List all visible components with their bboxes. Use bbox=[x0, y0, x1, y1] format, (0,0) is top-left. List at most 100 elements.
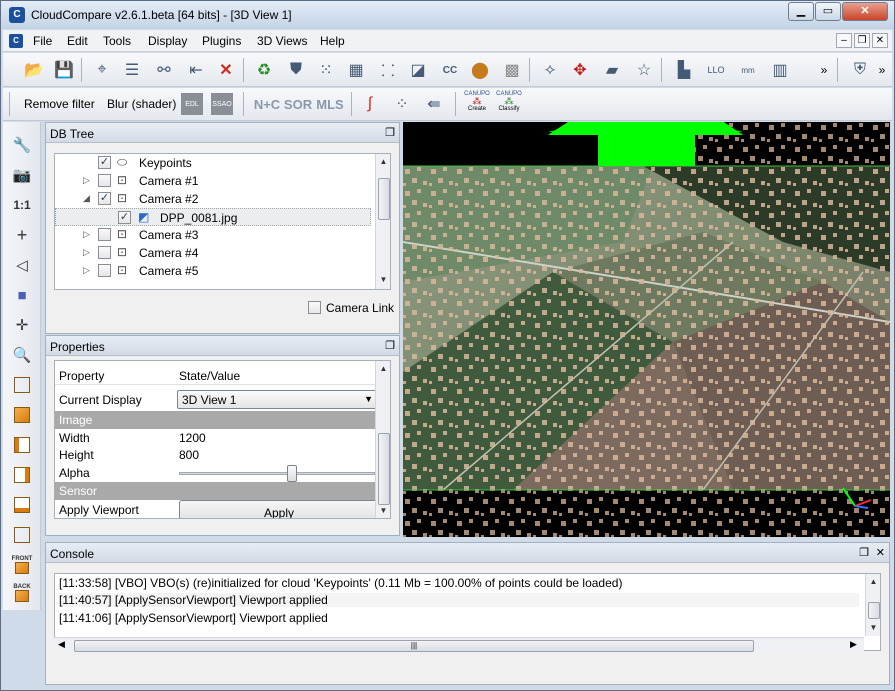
current-display-select[interactable]: 3D View 1 ▼ bbox=[177, 390, 379, 409]
canupo-classify-button[interactable]: CANUPO ⁂ Classify bbox=[494, 91, 524, 119]
toolbar-overflow-2-icon[interactable]: » bbox=[875, 59, 889, 81]
alpha-slider-thumb[interactable] bbox=[287, 465, 297, 482]
camera-link-option[interactable]: Camera Link bbox=[308, 299, 398, 317]
cc-compare-icon[interactable]: CC bbox=[439, 59, 461, 81]
mdi-minimize-icon[interactable]: – bbox=[836, 33, 852, 48]
sor-icon[interactable]: SOR bbox=[284, 93, 312, 115]
scroll-down-icon[interactable]: ▼ bbox=[866, 620, 880, 635]
histogram-icon[interactable]: ▙ bbox=[673, 59, 695, 81]
scroll-thumb[interactable] bbox=[378, 178, 390, 220]
fine-register-icon[interactable]: ⛊ bbox=[285, 59, 307, 81]
segment-icon[interactable]: ⸬ bbox=[377, 59, 399, 81]
scroll-up-icon[interactable]: ▲ bbox=[376, 361, 390, 376]
tree-checkbox[interactable]: ✓ bbox=[118, 211, 131, 224]
tree-item-dpp-0081[interactable]: ✓ ◩ DPP_0081.jpg bbox=[55, 208, 371, 226]
console-hscrollbar[interactable]: ◀ ||| ▶ bbox=[54, 637, 864, 653]
menu-edit[interactable]: Edit bbox=[67, 34, 88, 48]
nc-icon[interactable]: N+C bbox=[253, 93, 281, 115]
poisson-icon[interactable]: ⇚ bbox=[423, 93, 445, 115]
tree-checkbox[interactable]: ✓ bbox=[98, 192, 111, 205]
tree-item-camera-5[interactable]: ▷ ⊡ Camera #5 bbox=[55, 262, 371, 280]
scroll-left-icon[interactable]: ◀ bbox=[58, 639, 65, 650]
properties-scrollbar[interactable]: ▲ ▼ bbox=[375, 361, 390, 518]
view-top-icon[interactable] bbox=[11, 404, 33, 426]
alpha-slider-track[interactable] bbox=[179, 472, 375, 475]
camera-link-checkbox[interactable] bbox=[308, 301, 321, 314]
open-icon[interactable]: 📂 bbox=[23, 59, 45, 81]
cube-view-icon[interactable]: ■ bbox=[11, 284, 33, 306]
collapse-arrow-icon[interactable]: ◢ bbox=[83, 193, 90, 204]
crosshair-icon[interactable]: + bbox=[11, 224, 33, 246]
menu-plugins[interactable]: Plugins bbox=[202, 34, 241, 48]
menu-help[interactable]: Help bbox=[320, 34, 345, 48]
perspective-icon[interactable]: ◁ bbox=[11, 254, 33, 276]
remove-filter-button[interactable]: Remove filter bbox=[24, 97, 95, 111]
tree-checkbox[interactable] bbox=[98, 246, 111, 259]
minimize-icon[interactable]: ▁ bbox=[788, 2, 814, 21]
menu-tools[interactable]: Tools bbox=[103, 34, 131, 48]
scroll-up-icon[interactable]: ▲ bbox=[866, 574, 880, 589]
3d-scene[interactable] bbox=[403, 122, 890, 537]
tree-checkbox[interactable] bbox=[98, 264, 111, 277]
tree-checkbox[interactable] bbox=[98, 228, 111, 241]
min-max-icon[interactable]: mm bbox=[737, 59, 759, 81]
scroll-thumb[interactable] bbox=[378, 433, 390, 505]
expand-arrow-icon[interactable]: ▷ bbox=[83, 229, 90, 240]
maximize-icon[interactable]: ▭ bbox=[815, 2, 841, 21]
scroll-right-icon[interactable]: ▶ bbox=[850, 639, 857, 650]
menu-display[interactable]: Display bbox=[148, 34, 187, 48]
translate-rotate-icon[interactable]: ✥ bbox=[569, 59, 591, 81]
merge-icon[interactable]: ⚯ bbox=[153, 59, 175, 81]
close-panel-icon[interactable]: ✕ bbox=[876, 546, 885, 559]
tree-item-camera-3[interactable]: ▷ ⊡ Camera #3 bbox=[55, 226, 371, 244]
shield-icon[interactable]: ⛨ bbox=[849, 59, 871, 81]
float-panel-icon[interactable]: ❐ bbox=[385, 126, 395, 139]
canupo-create-button[interactable]: CANUPO ⁂ Create bbox=[464, 91, 490, 119]
colorize-icon[interactable]: ⬤ bbox=[469, 59, 491, 81]
tree-scrollbar[interactable]: ▲ ▼ bbox=[375, 154, 390, 289]
checkerboard-icon[interactable]: ▩ bbox=[501, 59, 523, 81]
menu-file[interactable]: File bbox=[33, 34, 52, 48]
mesh-icon[interactable]: ▦ bbox=[345, 59, 367, 81]
ssao-icon[interactable]: SSAO bbox=[211, 93, 233, 115]
delete-icon[interactable]: ✕ bbox=[215, 59, 237, 81]
blur-shader-button[interactable]: Blur (shader) bbox=[107, 97, 176, 111]
tree-checkbox[interactable] bbox=[98, 174, 111, 187]
list-icon[interactable]: ☰ bbox=[121, 59, 143, 81]
scroll-down-icon[interactable]: ▼ bbox=[376, 503, 390, 518]
mls-icon[interactable]: MLS bbox=[316, 93, 344, 115]
view-bottom-icon[interactable] bbox=[11, 494, 33, 516]
view-front-icon[interactable]: FRONT bbox=[11, 554, 33, 576]
tree-checkbox[interactable]: ✓ bbox=[98, 156, 111, 169]
sf-arithmetic-icon[interactable]: ▥ bbox=[769, 59, 791, 81]
sf-gradient-icon[interactable]: LLO bbox=[705, 59, 727, 81]
close-window-icon[interactable]: ✕ bbox=[842, 2, 888, 21]
camera-icon[interactable]: 📷 bbox=[11, 164, 33, 186]
expand-arrow-icon[interactable]: ▷ bbox=[83, 247, 90, 258]
zoom-icon[interactable]: 🔍 bbox=[11, 344, 33, 366]
scroll-down-icon[interactable]: ▼ bbox=[376, 272, 390, 287]
subsample-icon[interactable]: ⇤ bbox=[185, 59, 207, 81]
sample-icon[interactable]: ⁙ bbox=[315, 59, 337, 81]
view-right-icon[interactable] bbox=[11, 464, 33, 486]
tree-item-camera-4[interactable]: ▷ ⊡ Camera #4 bbox=[55, 244, 371, 262]
point-pick-icon[interactable]: ⟡ bbox=[539, 59, 561, 81]
console-vscrollbar[interactable]: ▲ ▼ bbox=[865, 574, 880, 636]
scroll-up-icon[interactable]: ▲ bbox=[376, 154, 390, 169]
3d-view[interactable] bbox=[403, 122, 890, 537]
mdi-restore-icon[interactable]: ❐ bbox=[854, 33, 870, 48]
ransac-icon[interactable]: ⁘ bbox=[391, 93, 413, 115]
tree-item-camera-2[interactable]: ◢ ✓ ⊡ Camera #2 bbox=[55, 190, 371, 208]
expand-arrow-icon[interactable]: ▷ bbox=[83, 175, 90, 186]
zoom-one-to-one-icon[interactable]: 1:1 bbox=[11, 194, 33, 216]
menu-3d-views[interactable]: 3D Views bbox=[257, 34, 307, 48]
tree-item-camera-1[interactable]: ▷ ⊡ Camera #1 bbox=[55, 172, 371, 190]
float-panel-icon[interactable]: ❐ bbox=[859, 546, 869, 559]
view-iso-icon[interactable] bbox=[11, 374, 33, 396]
plane-icon[interactable]: ▰ bbox=[601, 59, 623, 81]
pivot-icon[interactable]: ✛ bbox=[11, 314, 33, 336]
wrench-icon[interactable]: 🔧 bbox=[11, 134, 33, 156]
expand-arrow-icon[interactable]: ▷ bbox=[83, 265, 90, 276]
app-menu-icon[interactable]: C bbox=[9, 34, 23, 48]
save-icon[interactable]: 💾 bbox=[53, 59, 75, 81]
